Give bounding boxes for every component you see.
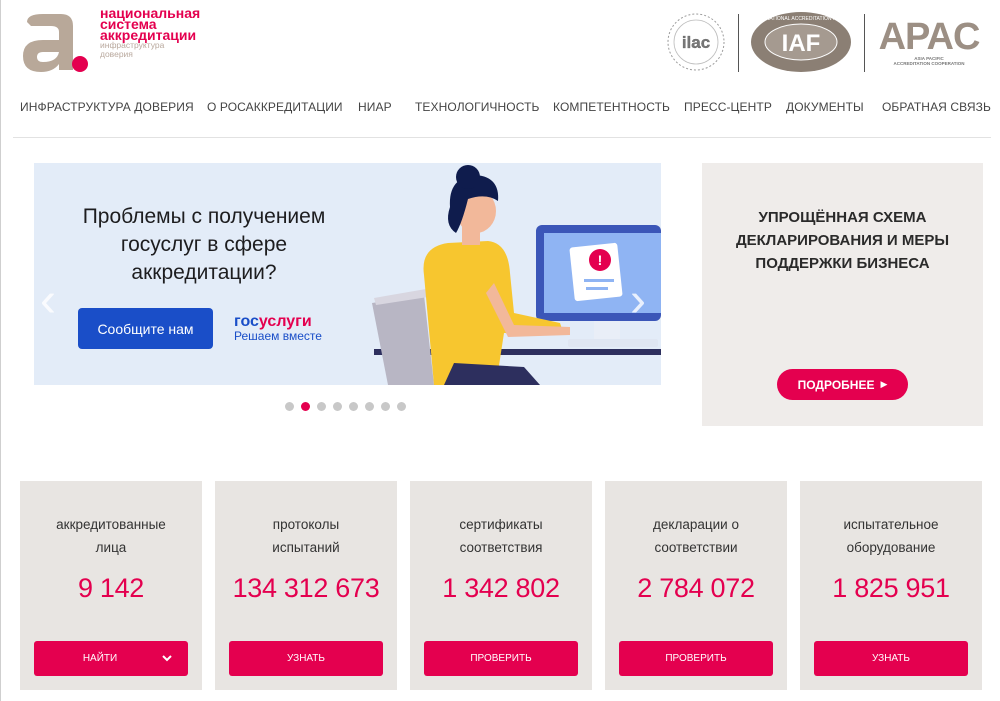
stat-card-declarations: декларации о соответствии 2 784 072 ПРОВ… <box>605 481 787 690</box>
hero-banner[interactable]: Проблемы с получением госуслуг в сфере а… <box>34 163 661 385</box>
stat-value: 1 342 802 <box>442 573 560 603</box>
divider <box>864 14 865 72</box>
stat-card-certificates: сертификаты соответствия 1 342 802 ПРОВЕ… <box>410 481 592 690</box>
carousel-dots <box>285 402 406 411</box>
page: национальная система аккредитации инфрас… <box>0 0 1000 701</box>
stat-label: испытательное оборудование <box>800 513 982 559</box>
apac-text: APAC <box>878 16 981 58</box>
stat-label: протоколы испытаний <box>215 513 397 559</box>
woman-at-computer-illustration: ! <box>372 165 661 385</box>
chevron-down-icon <box>162 655 172 662</box>
divider <box>738 14 739 72</box>
stat-label-line: декларации о <box>653 517 739 532</box>
carousel-dot[interactable] <box>317 402 326 411</box>
stat-card-accredited: аккредитованные лица 9 142 НАЙТИ <box>20 481 202 690</box>
logo-text[interactable]: национальная система аккредитации инфрас… <box>100 6 200 59</box>
play-icon: ▶ <box>880 379 888 389</box>
learn-button[interactable]: УЗНАТЬ <box>814 641 968 676</box>
stat-label: декларации о соответствии <box>605 513 787 559</box>
stat-value: 1 825 951 <box>832 573 950 603</box>
learn-button[interactable]: УЗНАТЬ <box>229 641 383 676</box>
iaf-logo[interactable]: IAF INTERNATIONAL ACCREDITATION FORUM <box>749 10 853 74</box>
nav-divider <box>13 137 991 138</box>
carousel-dot[interactable] <box>349 402 358 411</box>
stat-label-line: соответствии <box>654 540 738 555</box>
stat-value: 134 312 673 <box>232 573 380 603</box>
find-button[interactable]: НАЙТИ <box>34 641 188 676</box>
carousel-dot-active[interactable] <box>301 402 310 411</box>
stat-value: 2 784 072 <box>637 573 755 603</box>
stat-label-line: протоколы <box>272 517 340 532</box>
nav-item-about[interactable]: О РОСАККРЕДИТАЦИИ <box>207 100 343 114</box>
gosuslugi-slogan: Решаем вместе <box>234 329 322 343</box>
report-button[interactable]: Сообщите нам <box>78 308 213 349</box>
stat-card-equipment: испытательное оборудование 1 825 951 УЗН… <box>800 481 982 690</box>
nav-item-infrastructure[interactable]: ИНФРАСТРУКТУРА ДОВЕРИЯ <box>20 100 194 114</box>
logo-tagline: доверия <box>100 49 133 59</box>
stat-label-line: лица <box>95 540 127 555</box>
nav-item-documents[interactable]: ДОКУМЕНТЫ <box>786 100 864 114</box>
ilac-logo[interactable]: ilac <box>660 10 732 74</box>
main-nav: ИНФРАСТРУКТУРА ДОВЕРИЯ О РОСАККРЕДИТАЦИИ… <box>1 100 1000 122</box>
carousel-dot[interactable] <box>333 402 342 411</box>
logo-icon[interactable] <box>17 12 95 76</box>
stat-label-line: оборудование <box>846 540 936 555</box>
carousel-dot[interactable] <box>285 402 294 411</box>
carousel-dot[interactable] <box>381 402 390 411</box>
more-button-label: ПОДРОБНЕЕ <box>797 377 875 392</box>
next-slide-arrow[interactable]: › <box>630 273 646 328</box>
apac-subtitle: ACCREDITATION COOPERATION <box>893 61 965 66</box>
hero-title: Проблемы с получением госуслуг в сфере а… <box>82 205 326 284</box>
stat-label-line: соответствия <box>459 540 543 555</box>
nav-item-niar[interactable]: НИАР <box>358 100 392 114</box>
gosuslugi-logo-part: гос <box>234 313 259 330</box>
gosuslugi-logo-part: услуги <box>258 313 312 330</box>
stat-label-line: испытательное <box>843 517 939 532</box>
prev-slide-arrow[interactable]: ‹ <box>40 273 56 328</box>
iaf-ring-text: INTERNATIONAL ACCREDITATION FORUM <box>751 16 851 22</box>
nav-item-competence[interactable]: КОМПЕТЕНТНОСТЬ <box>553 100 670 114</box>
stat-label: аккредитованные лица <box>20 513 202 559</box>
check-button[interactable]: ПРОВЕРИТЬ <box>424 641 578 676</box>
promo-panel: УПРОЩЁННАЯ СХЕМА ДЕКЛАРИРОВАНИЯ И МЕРЫ П… <box>702 163 983 426</box>
iaf-text: IAF <box>782 30 821 57</box>
nav-item-feedback[interactable]: ОБРАТНАЯ СВЯЗЬ <box>882 100 991 114</box>
stat-label-line: аккредитованные <box>56 517 166 532</box>
stat-card-protocols: протоколы испытаний 134 312 673 УЗНАТЬ <box>215 481 397 690</box>
promo-title: УПРОЩЁННАЯ СХЕМА ДЕКЛАРИРОВАНИЯ И МЕРЫ П… <box>735 209 950 272</box>
carousel-dot[interactable] <box>365 402 374 411</box>
find-button-label: НАЙТИ <box>82 653 118 664</box>
nav-item-press[interactable]: ПРЕСС-ЦЕНТР <box>684 100 772 114</box>
nav-item-technology[interactable]: ТЕХНОЛОГИЧНОСТЬ <box>415 100 540 114</box>
alert-icon: ! <box>598 252 603 268</box>
apac-logo[interactable]: APAC ASIA PACIFIC ACCREDITATION COOPERAT… <box>871 10 987 74</box>
check-button[interactable]: ПРОВЕРИТЬ <box>619 641 773 676</box>
stat-label: сертификаты соответствия <box>410 513 592 559</box>
stat-value: 9 142 <box>77 573 145 603</box>
stat-label-line: испытаний <box>272 540 340 555</box>
carousel-dot[interactable] <box>397 402 406 411</box>
gosuslugi-logo: госуслуги <box>234 314 312 330</box>
stat-label-line: сертификаты <box>459 517 543 532</box>
ilac-text: ilac <box>682 33 710 52</box>
more-button[interactable]: ПОДРОБНЕЕ ▶ <box>777 369 908 400</box>
